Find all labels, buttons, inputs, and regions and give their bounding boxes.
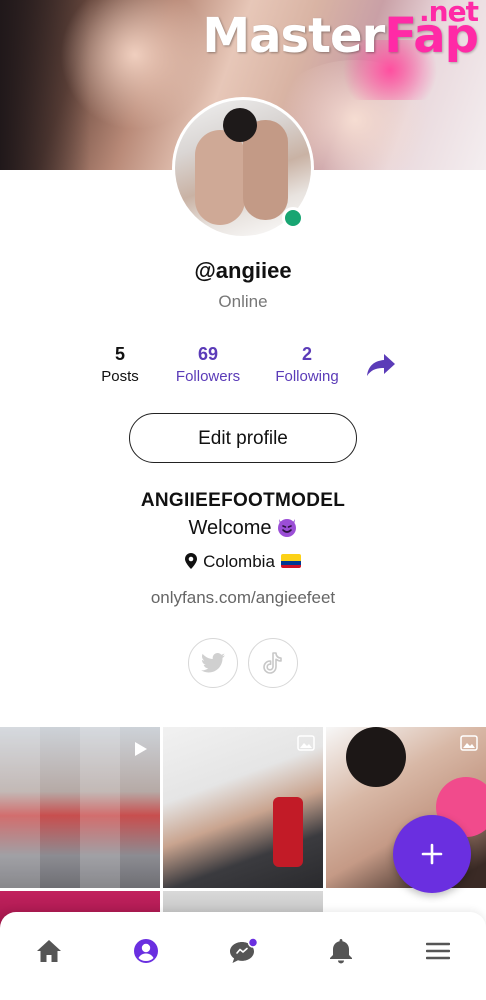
nav-notifications[interactable]: [321, 936, 361, 966]
plus-icon: [421, 843, 443, 865]
edit-profile-button[interactable]: Edit profile: [129, 413, 357, 463]
followers-count: 69: [197, 344, 219, 364]
profile-link[interactable]: onlyfans.com/angieefeet: [0, 588, 486, 608]
nav-menu[interactable]: [418, 936, 458, 966]
image-icon: [460, 735, 478, 751]
stat-followers[interactable]: 69 Followers: [158, 343, 258, 389]
twitter-button[interactable]: [188, 638, 238, 688]
stat-posts[interactable]: 5 Posts: [70, 343, 170, 389]
twitter-icon: [201, 653, 225, 673]
posts-count: 5: [114, 344, 125, 364]
tiktok-icon: [263, 652, 282, 674]
bottom-navigation: [0, 912, 486, 1000]
bio-text: Welcome: [0, 516, 486, 540]
share-arrow-icon[interactable]: [366, 352, 396, 378]
username: @angiiee: [194, 258, 292, 283]
smiling-devil-emoji: [277, 519, 296, 537]
nav-home[interactable]: [29, 936, 69, 966]
online-status-text: Online: [218, 292, 268, 311]
stat-following[interactable]: 2 Following: [257, 343, 357, 389]
posts-label: Posts: [101, 368, 139, 385]
messages-icon: [230, 937, 259, 963]
bio-label: Welcome: [188, 517, 272, 539]
location-text: Colombia: [203, 552, 275, 571]
watermark-logo: MasterFap .net: [202, 0, 479, 64]
home-icon: [37, 940, 61, 962]
profile-stats: 5 Posts 69 Followers 2 Following: [0, 343, 486, 393]
following-count: 2: [301, 344, 312, 364]
notifications-icon: [330, 939, 352, 964]
display-name: ANGIIEEFOOTMODEL: [140, 490, 346, 511]
profile-icon: [134, 939, 158, 963]
media-tile[interactable]: [163, 727, 323, 888]
video-play-icon: [135, 742, 147, 756]
online-status-dot: [282, 207, 304, 229]
media-tile[interactable]: [0, 727, 160, 888]
nav-profile[interactable]: [126, 936, 166, 966]
map-pin-icon: [185, 553, 198, 569]
menu-icon: [426, 942, 450, 960]
nav-messages[interactable]: [224, 936, 264, 966]
tiktok-button[interactable]: [248, 638, 298, 688]
image-icon: [297, 735, 315, 751]
location: Colombia: [0, 552, 486, 572]
followers-label: Followers: [175, 368, 241, 385]
following-label: Following: [275, 368, 339, 385]
colombia-flag: [280, 554, 301, 568]
add-post-button[interactable]: [393, 815, 471, 893]
